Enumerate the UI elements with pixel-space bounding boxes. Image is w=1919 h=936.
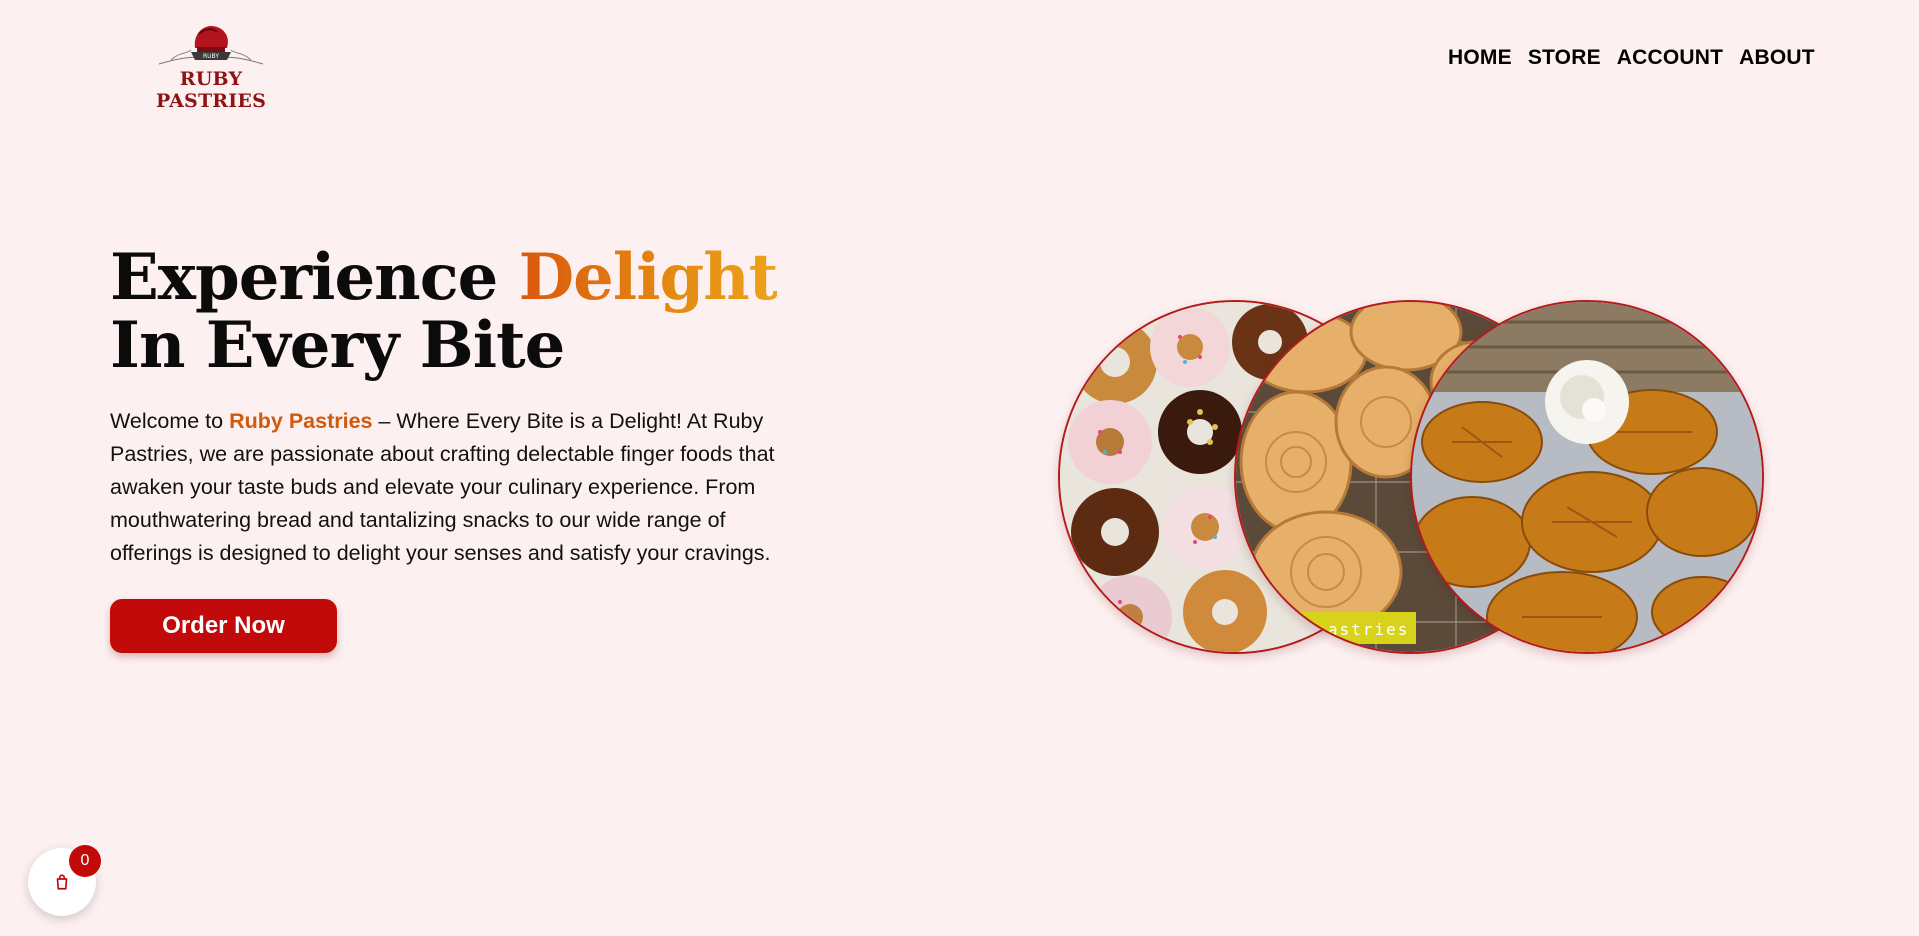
shopping-bag-icon (56, 874, 68, 890)
cart-count-badge: 0 (69, 845, 101, 877)
hero-title-line2: In Every Bite (110, 308, 565, 383)
svg-text:astries: astries (1328, 620, 1409, 639)
svg-text:RUBY: RUBY (203, 53, 219, 60)
brand-logo[interactable]: RUBY RUBY PASTRIES (128, 22, 294, 112)
chef-hat-logo-icon: RUBY (158, 26, 264, 65)
main-nav: HOME STORE ACCOUNT ABOUT (1448, 46, 1815, 70)
order-now-button[interactable]: Order Now (110, 599, 337, 653)
croissants-photo (1410, 300, 1764, 654)
hero-title: Experience Delight In Every Bite (110, 244, 778, 383)
hero-title-part1: Experience (110, 240, 519, 315)
pastry-gallery: astries (1058, 300, 1764, 656)
nav-home[interactable]: HOME (1448, 46, 1512, 70)
nav-about[interactable]: ABOUT (1739, 46, 1815, 70)
hero-intro: Welcome to Ruby Pastries – Where Every B… (110, 405, 810, 570)
nav-account[interactable]: ACCOUNT (1617, 46, 1723, 70)
brand-name: RUBY PASTRIES (156, 68, 266, 112)
intro-prefix: Welcome to (110, 409, 230, 433)
nav-store[interactable]: STORE (1528, 46, 1601, 70)
intro-brand: Ruby Pastries (229, 409, 373, 433)
hero-title-accent: Delight (518, 240, 779, 315)
